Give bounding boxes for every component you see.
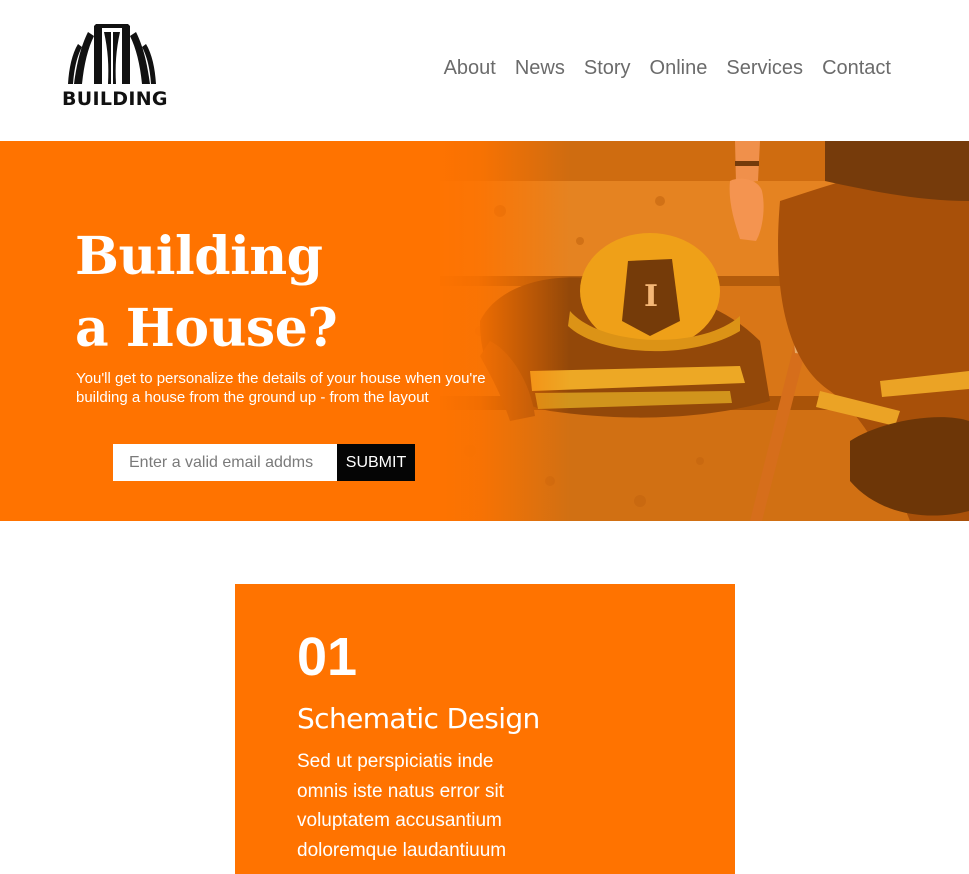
hero-title: Building a House? [75,226,338,359]
logo-text: BUILDING [62,88,168,110]
site-header: BUILDING About News Story Online Service… [0,0,969,141]
feature-description: Sed ut perspiciatis inde omnis iste natu… [297,751,507,861]
hero-gradient-overlay [430,141,570,521]
feature-card: 01 Schematic Design Sed ut perspiciatis … [235,584,735,874]
nav-item-story[interactable]: Story [584,57,631,80]
hero-banner: I Building a House? You'll get to person… [0,141,969,521]
nav-item-news[interactable]: News [515,57,565,80]
feature-title: Schematic Design [297,702,540,735]
nav-item-online[interactable]: Online [650,57,708,80]
building-arches-icon [68,24,156,84]
feature-number: 01 [297,627,358,687]
email-signup-form: SUBMIT [113,444,415,481]
submit-button[interactable]: SUBMIT [337,444,415,481]
hero-subtitle: You'll get to personalize the details of… [76,370,486,406]
main-nav: About News Story Online Services Contact [444,57,891,80]
email-input[interactable] [113,444,337,481]
nav-item-services[interactable]: Services [726,57,803,80]
nav-item-about[interactable]: About [444,57,496,80]
logo[interactable]: BUILDING [60,22,170,112]
nav-item-contact[interactable]: Contact [822,57,891,80]
